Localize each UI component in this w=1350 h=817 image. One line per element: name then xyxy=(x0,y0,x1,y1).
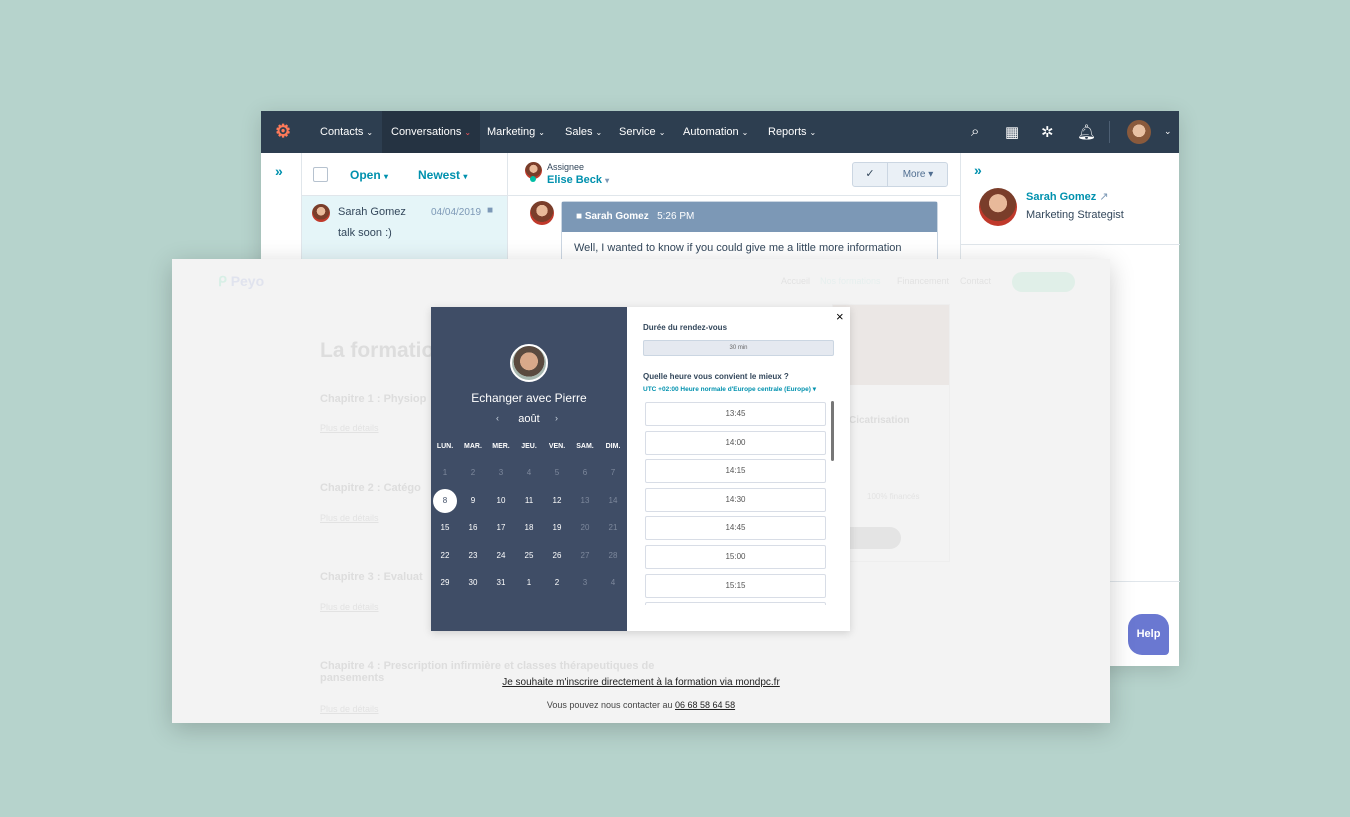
list-item-date: 04/04/2019 xyxy=(431,207,482,218)
select-all-checkbox[interactable] xyxy=(313,167,328,182)
online-dot xyxy=(530,176,536,182)
user-avatar[interactable] xyxy=(1127,120,1151,144)
top-nav: ⚙ Contacts ⌄ Conversations ⌄ Marketing ⌄ Sa… xyxy=(261,111,1179,153)
hubspot-logo[interactable]: ⚙ xyxy=(275,121,291,142)
time-slot[interactable]: 14:15 xyxy=(645,459,826,484)
message-text: Well, I wanted to know if you could give… xyxy=(574,242,902,254)
nav-financement[interactable]: Financement xyxy=(897,276,949,286)
list-item-preview: talk soon :) xyxy=(338,227,392,239)
phone-link[interactable]: 06 68 58 64 58 xyxy=(675,700,735,710)
chat-icon: ■ xyxy=(487,205,494,216)
chapter-title: Chapitre 2 : Catégo xyxy=(320,482,421,494)
time-slot[interactable]: 15:15 xyxy=(645,573,826,598)
chapter-title: Chapitre 3 : Evaluat xyxy=(320,571,423,583)
nav-sales[interactable]: Sales ⌄ xyxy=(556,111,611,153)
nav-contact[interactable]: Contact xyxy=(960,276,991,286)
details-link[interactable]: Plus de détails xyxy=(320,513,379,523)
contact-line: Vous pouvez nous contacter au 06 68 58 6… xyxy=(546,700,736,710)
time-slot-partial[interactable] xyxy=(645,602,826,605)
expand-icon[interactable]: » xyxy=(974,162,982,178)
nav-automation[interactable]: Automation ⌄ xyxy=(674,111,757,153)
nav-marketing[interactable]: Marketing ⌄ xyxy=(478,111,554,153)
nav-contacts[interactable]: Contacts ⌄ xyxy=(311,111,382,153)
gear-icon[interactable]: ✲ xyxy=(1041,123,1054,141)
sort-filter[interactable]: Newest ▾ xyxy=(418,168,467,182)
search-icon[interactable]: ⌕ xyxy=(971,123,979,140)
divider xyxy=(508,195,960,196)
expand-icon[interactable]: » xyxy=(275,163,283,179)
more-button[interactable]: More ▾ xyxy=(889,163,947,186)
chapter-title: Chapitre 1 : Physiop xyxy=(320,393,427,405)
contact-avatar xyxy=(979,188,1017,226)
course-image xyxy=(833,305,949,385)
contact-title: Marketing Strategist xyxy=(1026,209,1124,221)
contact-name-link[interactable]: Sarah Gomez ↗ xyxy=(1026,190,1109,203)
peyo-logo[interactable]: ᑭ Peyo xyxy=(218,273,264,290)
booking-modal: Echanger avec Pierre ‹ août › LUN. MAR. ME… xyxy=(431,307,850,631)
website-page: ᑭ Peyo Accueil Nos formations Financemen… xyxy=(172,259,1110,723)
divider xyxy=(961,244,1180,245)
assignee-dropdown[interactable]: Elise Beck ▾ xyxy=(547,174,609,186)
time-slot[interactable]: 14:30 xyxy=(645,487,826,512)
divider xyxy=(1109,121,1110,143)
list-item-name: Sarah Gomez xyxy=(338,206,406,218)
nav-conversations[interactable]: Conversations ⌄ xyxy=(382,111,481,153)
check-icon[interactable]: ✓ xyxy=(853,163,888,186)
time-slot[interactable]: 15:00 xyxy=(645,545,826,569)
nav-reports[interactable]: Reports ⌄ xyxy=(759,111,825,153)
action-group: ✓ More ▾ xyxy=(852,162,948,187)
nav-accueil[interactable]: Accueil xyxy=(781,276,810,286)
assignee-label: Assignee xyxy=(547,162,585,172)
time-slot[interactable]: 13:45 xyxy=(645,402,826,426)
funding-label: 100% financés xyxy=(867,492,920,501)
course-title: Cicatrisation xyxy=(849,415,910,426)
time-slot[interactable]: 14:00 xyxy=(645,430,826,455)
bell-icon[interactable]: 🔔︎ xyxy=(1077,123,1096,141)
time-slot[interactable]: 14:45 xyxy=(645,516,826,541)
help-button[interactable]: Help xyxy=(1128,614,1169,655)
time-slot-list: 13:45 14:00 14:15 14:30 14:45 15:00 15:15 xyxy=(431,307,850,605)
demand-button[interactable] xyxy=(1012,272,1075,292)
sender-avatar xyxy=(530,201,554,225)
chevron-down-icon[interactable]: ⌄ xyxy=(1164,126,1172,137)
status-filter[interactable]: Open ▾ xyxy=(350,168,388,182)
scrollbar[interactable] xyxy=(831,401,834,461)
nav-service[interactable]: Service ⌄ xyxy=(610,111,674,153)
details-link[interactable]: Plus de détails xyxy=(320,602,379,612)
nav-formations[interactable]: Nos formations xyxy=(820,276,881,286)
page-heading: La formatio xyxy=(320,339,435,362)
contact-avatar xyxy=(312,204,330,222)
details-link[interactable]: Plus de détails xyxy=(320,423,379,433)
register-link[interactable]: Je souhaite m'inscrire directement à la … xyxy=(172,677,1110,688)
marketplace-icon[interactable]: ▦ xyxy=(1005,123,1019,141)
message-header: ■ Sarah Gomez 5:26 PM xyxy=(562,202,937,232)
